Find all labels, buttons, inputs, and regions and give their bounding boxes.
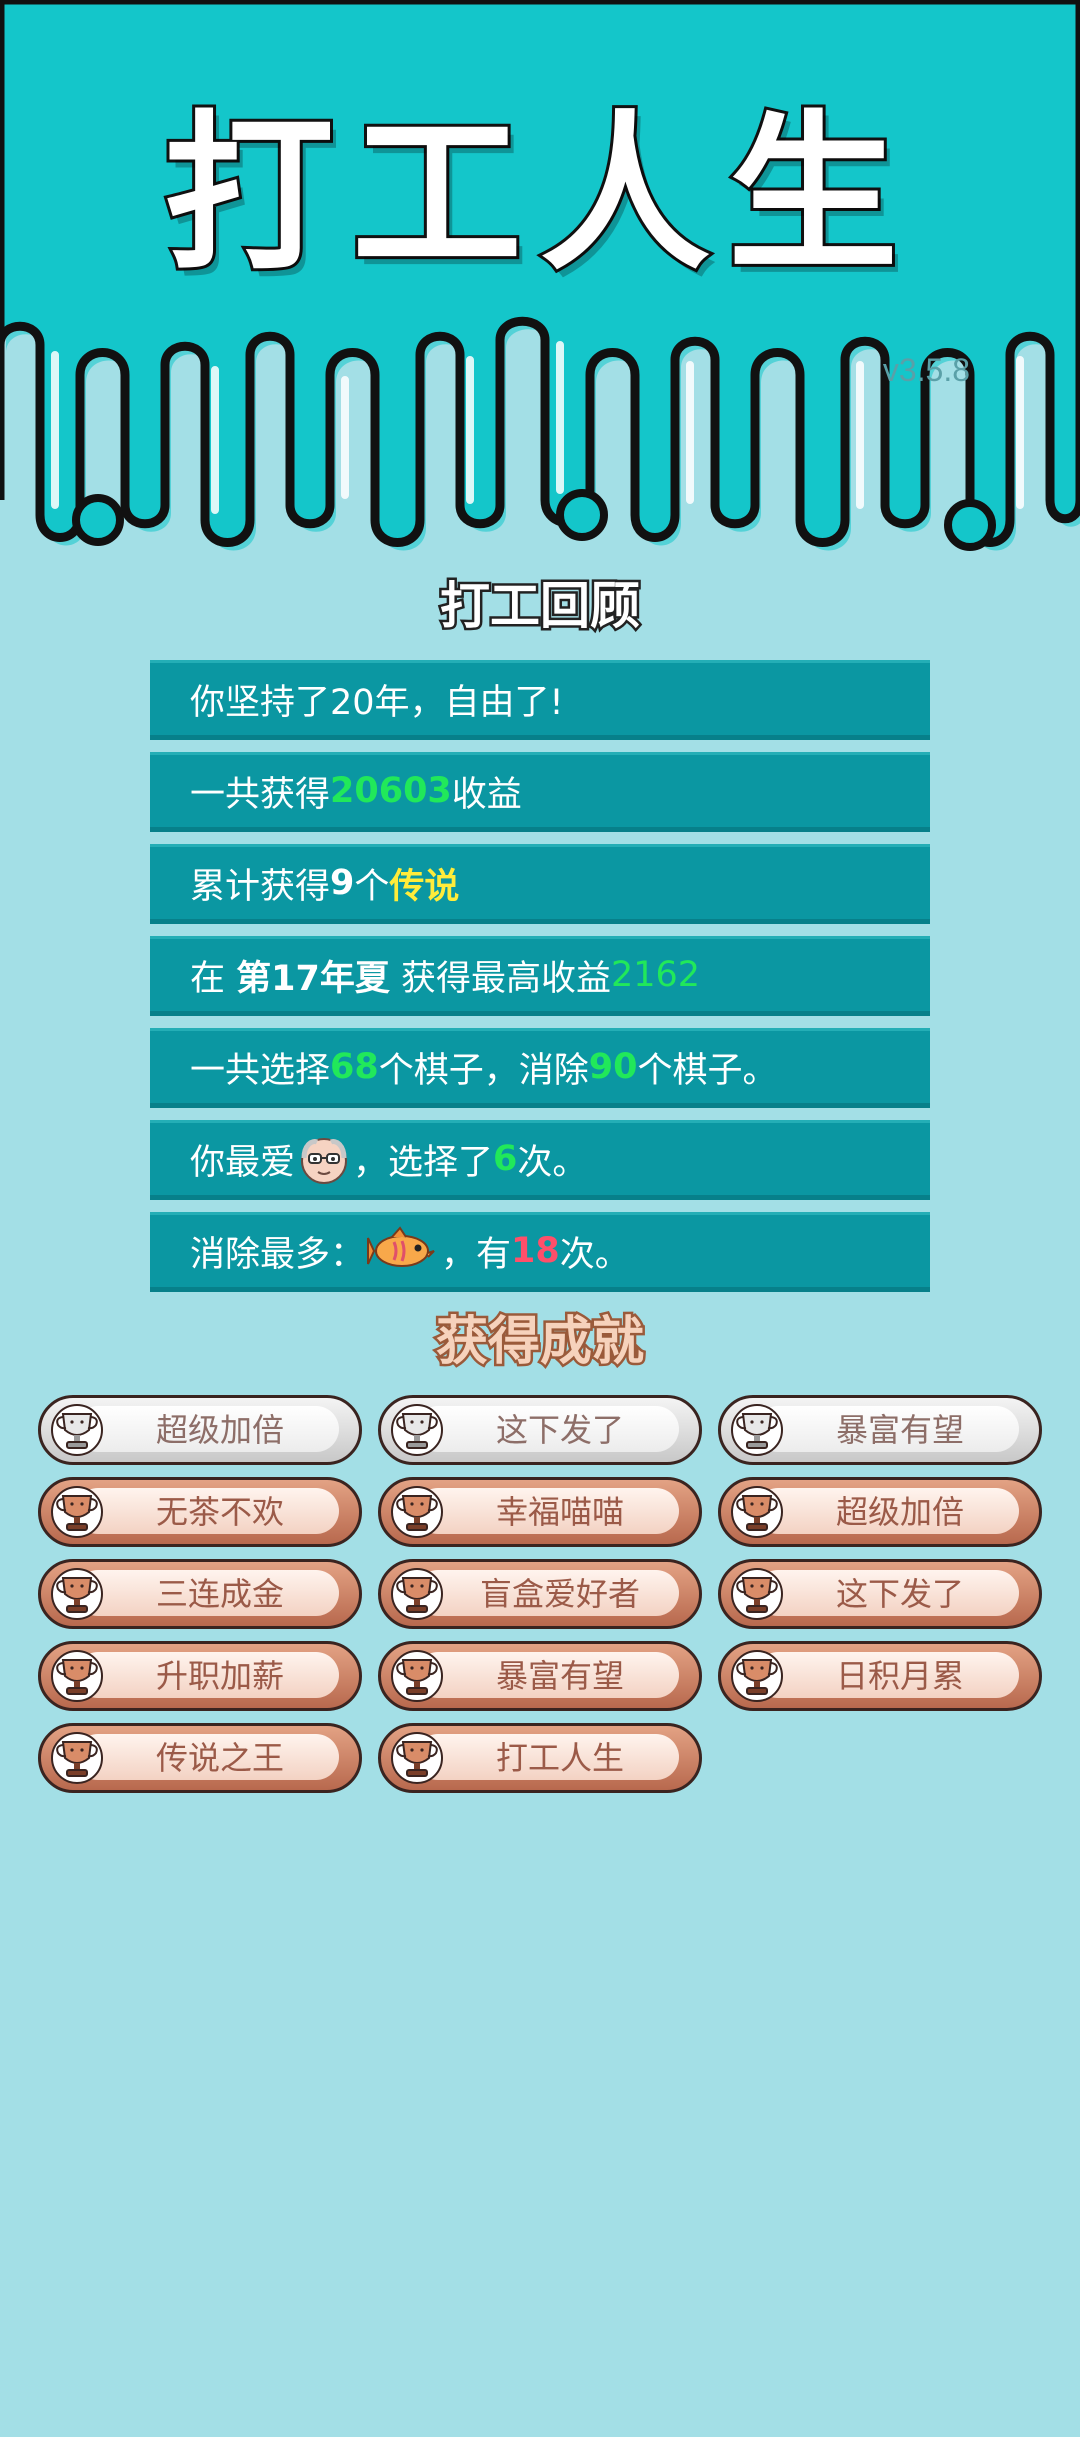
stat-text: 你最爱 — [190, 1142, 296, 1183]
achievement-badge[interactable]: 暴富有望 — [378, 1641, 702, 1711]
old-man-face-icon — [301, 1138, 348, 1184]
achievement-label: 这下发了 — [495, 1411, 624, 1449]
achievement-badge[interactable]: 三连成金 — [38, 1559, 362, 1629]
achievement-label: 升职加薪 — [155, 1657, 284, 1695]
achievement-badge[interactable]: 超级加倍 — [718, 1477, 1042, 1547]
best-season-value: 第17年夏 — [236, 958, 390, 999]
stat-text: 个棋子，消除 — [378, 1050, 589, 1091]
review-section-title: 打工回顾 — [438, 575, 643, 638]
trophy-icon — [731, 1568, 783, 1620]
stat-text: ，选择了 — [353, 1142, 494, 1183]
trophy-icon — [731, 1486, 783, 1538]
achievement-badge[interactable]: 盲盒爱好者 — [378, 1559, 702, 1629]
trophy-icon — [731, 1404, 783, 1456]
stat-row-most-removed: 消除最多： ，有 18 次。 — [150, 1212, 930, 1292]
fish-icon — [367, 1226, 435, 1267]
achievement-label: 幸福喵喵 — [495, 1493, 624, 1531]
stat-text: 获得最高收益 — [389, 958, 611, 999]
achievement-badge[interactable]: 超级加倍 — [38, 1395, 362, 1465]
stat-text: 次。 — [559, 1234, 630, 1275]
selected-count-value: 68 — [330, 1047, 379, 1087]
stat-text: ，有 — [441, 1234, 512, 1275]
achievement-badge[interactable]: 幸福喵喵 — [378, 1477, 702, 1547]
stat-row-pieces: 一共选择 68 个棋子，消除 90 个棋子。 — [150, 1028, 930, 1108]
trophy-icon — [391, 1404, 443, 1456]
achievement-label: 打工人生 — [495, 1739, 624, 1777]
total-income-value: 20603 — [330, 771, 452, 811]
trophy-icon — [391, 1486, 443, 1538]
trophy-icon — [391, 1732, 443, 1784]
achievement-badge[interactable]: 日积月累 — [718, 1641, 1042, 1711]
achievement-badge[interactable]: 传说之王 — [38, 1723, 362, 1793]
achievement-label: 暴富有望 — [835, 1411, 964, 1449]
achievement-label: 超级加倍 — [155, 1411, 284, 1449]
achievement-label: 日积月累 — [835, 1657, 964, 1695]
trophy-icon — [391, 1568, 443, 1620]
stat-text: 在 — [190, 958, 237, 999]
most-removed-count-value: 18 — [511, 1231, 560, 1271]
stat-text: 个 — [354, 866, 390, 907]
achievement-label: 暴富有望 — [495, 1657, 624, 1695]
stat-row-best-season: 在 第17年夏 获得最高收益 2162 — [150, 936, 930, 1016]
achievement-badge[interactable]: 这下发了 — [378, 1395, 702, 1465]
achievement-label: 超级加倍 — [835, 1493, 964, 1531]
achievement-badge[interactable]: 这下发了 — [718, 1559, 1042, 1629]
stat-text: 收益 — [451, 774, 522, 815]
version-label: v3.5.8 — [882, 352, 970, 388]
achievement-label: 无茶不欢 — [155, 1493, 284, 1531]
favorite-count-value: 6 — [493, 1139, 518, 1179]
stat-text: 次。 — [517, 1142, 588, 1183]
achievement-badge[interactable]: 打工人生 — [378, 1723, 702, 1793]
stat-text: 消除最多： — [190, 1234, 366, 1275]
stat-text: 一共选择 — [190, 1050, 331, 1091]
achievement-label: 盲盒爱好者 — [479, 1575, 640, 1613]
trophy-icon — [731, 1650, 783, 1702]
achievement-label: 传说之王 — [155, 1739, 284, 1777]
game-title: 打工人生 — [161, 93, 916, 297]
stat-text: 个棋子。 — [637, 1050, 778, 1091]
stat-row-favorite: 你最爱 ，选择了 6 次。 — [150, 1120, 930, 1200]
legend-highlight: 传说 — [389, 866, 460, 907]
achievement-badge[interactable]: 无茶不欢 — [38, 1477, 362, 1547]
trophy-icon — [51, 1404, 103, 1456]
trophy-icon — [51, 1732, 103, 1784]
trophy-icon — [51, 1650, 103, 1702]
best-income-value: 2162 — [611, 955, 701, 995]
stat-row-years: 你坚持了20年，自由了! — [150, 660, 930, 740]
achievement-badge[interactable]: 暴富有望 — [718, 1395, 1042, 1465]
stat-years-text: 你坚持了20年，自由了! — [190, 682, 564, 723]
stat-row-total-income: 一共获得 20603 收益 — [150, 752, 930, 832]
stat-row-legends: 累计获得 9 个传说 — [150, 844, 930, 924]
achievements-section-title: 获得成就 — [433, 1310, 646, 1375]
trophy-icon — [391, 1650, 443, 1702]
header-banner: 打工人生 v3.5.8 — [0, 0, 1080, 560]
trophy-icon — [51, 1486, 103, 1538]
achievements-grid: 超级加倍 这下发了 暴富有望 无茶不欢 幸福喵喵 超级加倍 三连成金 盲盒爱好者 这下发了 升职加… — [38, 1395, 1042, 1793]
achievement-label: 这下发了 — [835, 1575, 964, 1613]
legend-count-value: 9 — [330, 863, 355, 903]
achievement-badge[interactable]: 升职加薪 — [38, 1641, 362, 1711]
stat-text: 累计获得 — [190, 866, 331, 907]
review-list: 你坚持了20年，自由了! 一共获得 20603 收益 累计获得 9 个传说 在 第17年… — [150, 660, 930, 1304]
stat-text: 一共获得 — [190, 774, 331, 815]
trophy-icon — [51, 1568, 103, 1620]
removed-count-value: 90 — [588, 1047, 638, 1087]
achievement-label: 三连成金 — [155, 1575, 284, 1613]
